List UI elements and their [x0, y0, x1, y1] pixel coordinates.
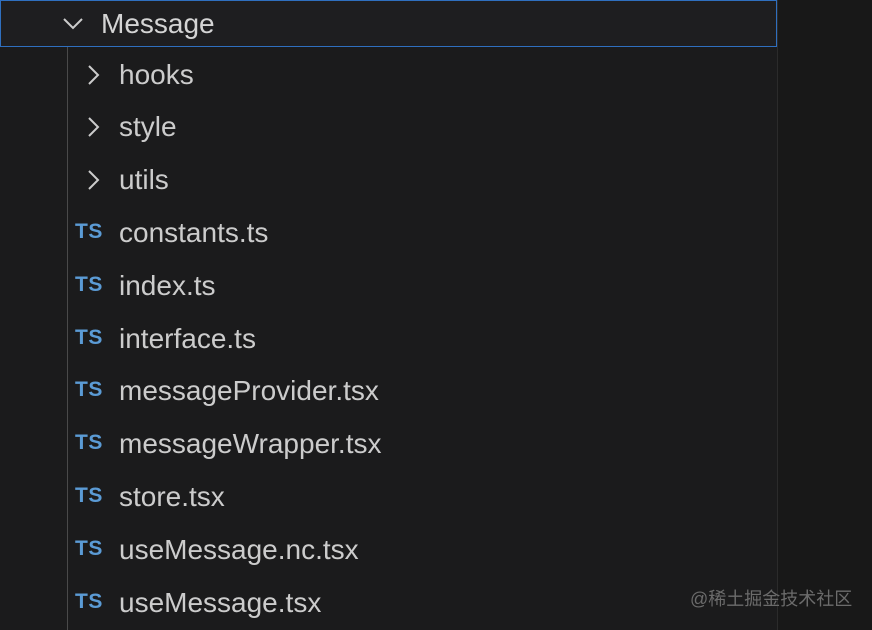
tree-folder-utils[interactable]: utils	[68, 154, 777, 207]
folder-label: Message	[101, 8, 215, 39]
file-label: index.ts	[119, 270, 216, 301]
tree-folder-style[interactable]: style	[68, 101, 777, 154]
folder-label: style	[119, 111, 177, 142]
typescript-file-icon: TS	[75, 220, 103, 243]
tree-file-messagewrapper-tsx[interactable]: TS messageWrapper.tsx	[68, 418, 777, 471]
file-label: messageWrapper.tsx	[119, 428, 382, 459]
chevron-right-icon	[81, 115, 105, 139]
tree-file-constants-ts[interactable]: TS constants.ts	[68, 207, 777, 260]
typescript-file-icon: TS	[75, 273, 103, 296]
file-explorer: Message hooks style utils TS constants.t…	[0, 0, 778, 630]
tree-file-messageprovider-tsx[interactable]: TS messageProvider.tsx	[68, 365, 777, 418]
tree-file-usemessage-tsx[interactable]: TS useMessage.tsx	[68, 577, 777, 630]
chevron-right-icon	[81, 63, 105, 87]
file-label: messageProvider.tsx	[119, 375, 379, 406]
file-label: store.tsx	[119, 481, 225, 512]
tree-folder-hooks[interactable]: hooks	[68, 49, 777, 102]
chevron-down-icon	[61, 12, 85, 36]
typescript-file-icon: TS	[75, 326, 103, 349]
watermark: @稀土掘金技术社区	[690, 589, 853, 609]
tree-file-interface-ts[interactable]: TS interface.ts	[68, 313, 777, 366]
file-label: useMessage.tsx	[119, 587, 322, 618]
folder-label: hooks	[119, 59, 194, 90]
file-label: useMessage.nc.tsx	[119, 534, 359, 565]
typescript-file-icon: TS	[75, 484, 103, 507]
folder-label: utils	[119, 164, 169, 195]
chevron-right-icon	[81, 168, 105, 192]
typescript-file-icon: TS	[75, 431, 103, 454]
typescript-file-icon: TS	[75, 590, 103, 613]
typescript-file-icon: TS	[75, 537, 103, 560]
file-label: constants.ts	[119, 217, 269, 248]
file-label: interface.ts	[119, 323, 256, 354]
tree-file-store-tsx[interactable]: TS store.tsx	[68, 471, 777, 524]
tree-file-usemessage-nc-tsx[interactable]: TS useMessage.nc.tsx	[68, 524, 777, 577]
editor-background	[778, 0, 872, 630]
tree-file-index-ts[interactable]: TS index.ts	[68, 260, 777, 313]
typescript-file-icon: TS	[75, 378, 103, 401]
folder-message[interactable]: Message	[0, 0, 777, 47]
